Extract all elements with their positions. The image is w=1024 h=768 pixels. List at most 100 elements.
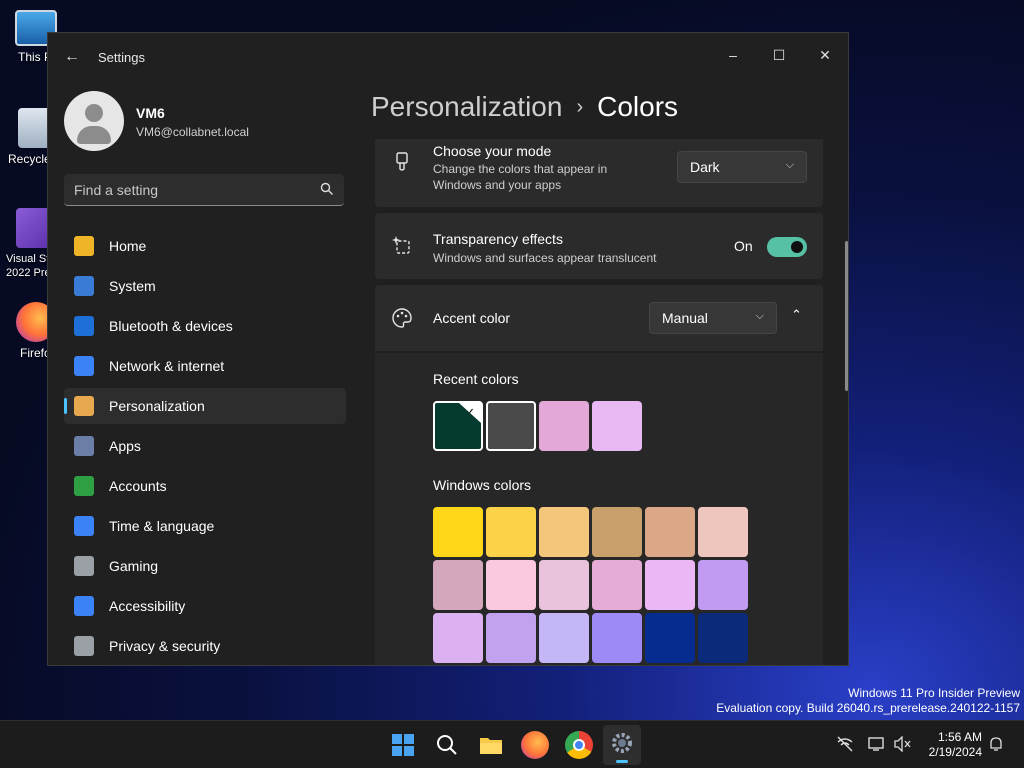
maximize-button[interactable]: ☐ — [756, 39, 802, 71]
mode-dropdown[interactable]: Dark ⌵ — [677, 151, 807, 183]
search-input[interactable] — [74, 180, 304, 200]
page-title: Colors — [597, 91, 679, 122]
windows-color-swatch[interactable] — [645, 507, 695, 557]
profile-email: VM6@collabnet.local — [136, 125, 249, 139]
transparency-subtitle: Windows and surfaces appear translucent — [433, 251, 657, 265]
settings-icon — [612, 733, 632, 753]
sidebar-item-system[interactable]: System — [64, 268, 346, 304]
recent-color-swatch[interactable]: ✓ — [433, 401, 483, 451]
windows-color-swatch[interactable] — [698, 560, 748, 610]
windows-color-swatch[interactable] — [433, 613, 483, 663]
checkmark-icon: ✓ — [459, 403, 481, 423]
transparency-toggle[interactable] — [767, 237, 807, 257]
sidebar-item-privacy-security[interactable]: Privacy & security — [64, 628, 346, 664]
network-offline-icon[interactable] — [836, 736, 854, 768]
sidebar-item-home[interactable]: Home — [64, 228, 346, 264]
mode-subtitle-1: Change the colors that appear in — [433, 162, 608, 176]
windows-color-swatch[interactable] — [698, 613, 748, 663]
recent-color-swatch[interactable] — [539, 401, 589, 451]
sidebar-item-label: Gaming — [109, 558, 159, 574]
notification-bell-icon[interactable] — [988, 736, 1004, 768]
windows-color-swatch[interactable] — [433, 560, 483, 610]
mode-value: Dark — [690, 159, 720, 175]
recent-color-swatch[interactable] — [486, 401, 536, 451]
gamepad-icon — [74, 556, 94, 576]
file-explorer-icon[interactable] — [477, 731, 505, 759]
palette-icon — [392, 308, 412, 328]
search-icon[interactable] — [433, 731, 461, 759]
sidebar-item-bluetooth-devices[interactable]: Bluetooth & devices — [64, 308, 346, 344]
sidebar-item-label: Time & language — [109, 518, 215, 534]
windows-color-swatch[interactable] — [486, 613, 536, 663]
accent-dropdown[interactable]: Manual ⌵ — [649, 302, 777, 334]
windows-color-swatch[interactable] — [592, 507, 642, 557]
windows-color-swatch[interactable] — [592, 560, 642, 610]
title-bar[interactable]: ← Settings – ☐ ✕ — [48, 33, 848, 81]
firefox-icon[interactable] — [521, 731, 549, 759]
transparency-title: Transparency effects — [433, 231, 563, 247]
sidebar-item-network-internet[interactable]: Network & internet — [64, 348, 346, 384]
windows-colors-label: Windows colors — [433, 477, 532, 493]
chevron-up-icon[interactable]: ⌃ — [791, 307, 802, 323]
sidebar-item-label: Network & internet — [109, 358, 225, 374]
mode-title: Choose your mode — [433, 143, 552, 159]
bluetooth-icon — [74, 316, 94, 336]
settings-window: ← Settings – ☐ ✕ VM6 VM6@collabnet.local… — [47, 32, 849, 666]
window-title: Settings — [98, 50, 145, 65]
sparkle-icon — [392, 236, 410, 254]
accent-color-card[interactable]: Accent color Manual ⌵ ⌃ — [375, 285, 823, 351]
windows-color-swatch[interactable] — [645, 560, 695, 610]
clock-date: 2/19/2024 — [928, 745, 982, 759]
chevron-down-icon: ⌵ — [755, 310, 764, 322]
sidebar-item-accessibility[interactable]: Accessibility — [64, 588, 346, 624]
apps-icon — [74, 436, 94, 456]
sidebar-item-personalization[interactable]: Personalization — [64, 388, 346, 424]
windows-color-swatch[interactable] — [539, 560, 589, 610]
windows-color-swatch[interactable] — [539, 613, 589, 663]
close-button[interactable]: ✕ — [802, 39, 848, 71]
sidebar-nav: Home System Bluetooth & devices Network & i… — [64, 228, 346, 665]
display-icon[interactable] — [868, 736, 886, 768]
accessibility-icon — [74, 596, 94, 616]
windows-color-swatch[interactable] — [592, 613, 642, 663]
windows-color-swatch[interactable] — [486, 507, 536, 557]
recent-color-swatch[interactable] — [592, 401, 642, 451]
avatar — [64, 91, 124, 151]
search-icon[interactable] — [320, 182, 334, 196]
volume-muted-icon[interactable] — [894, 735, 912, 768]
sidebar-item-label: Home — [109, 238, 147, 254]
sidebar-item-label: Personalization — [109, 398, 205, 414]
sidebar-item-label: Bluetooth & devices — [109, 318, 233, 334]
windows-start-icon[interactable] — [389, 731, 417, 759]
user-profile[interactable]: VM6 VM6@collabnet.local — [64, 91, 354, 151]
sidebar-item-apps[interactable]: Apps — [64, 428, 346, 464]
accent-title: Accent color — [433, 310, 511, 326]
windows-color-swatch[interactable] — [433, 507, 483, 557]
search-box[interactable] — [64, 174, 344, 206]
chrome-icon[interactable] — [565, 731, 593, 759]
breadcrumb: Personalization › Colors — [371, 91, 678, 131]
sidebar-item-gaming[interactable]: Gaming — [64, 548, 346, 584]
sidebar-item-label: Accounts — [109, 478, 167, 494]
mode-subtitle-2: Windows and your apps — [433, 178, 562, 192]
content-pane: Choose your mode Change the colors that … — [375, 139, 823, 665]
system-clock[interactable]: 1:56 AM 2/19/2024 — [929, 730, 982, 760]
windows-color-swatch[interactable] — [698, 507, 748, 557]
breadcrumb-parent[interactable]: Personalization — [371, 91, 562, 122]
back-arrow-icon[interactable]: ← — [62, 47, 82, 67]
settings-taskbar-button[interactable] — [603, 725, 641, 765]
windows-color-swatch[interactable] — [539, 507, 589, 557]
sidebar-item-label: Accessibility — [109, 598, 186, 614]
sidebar-item-label: Privacy & security — [109, 638, 221, 654]
windows-color-swatch[interactable] — [486, 560, 536, 610]
scrollbar-thumb[interactable] — [845, 241, 848, 391]
paint-brush-icon — [396, 152, 408, 171]
shield-icon — [74, 636, 94, 656]
clock-globe-icon — [74, 516, 94, 536]
minimize-button[interactable]: – — [710, 39, 756, 71]
sidebar-item-time-language[interactable]: Time & language — [64, 508, 346, 544]
sidebar-item-accounts[interactable]: Accounts — [64, 468, 346, 504]
windows-color-swatch[interactable] — [645, 613, 695, 663]
clock-time: 1:56 AM — [937, 730, 982, 744]
sidebar-item-label: Apps — [109, 438, 141, 454]
